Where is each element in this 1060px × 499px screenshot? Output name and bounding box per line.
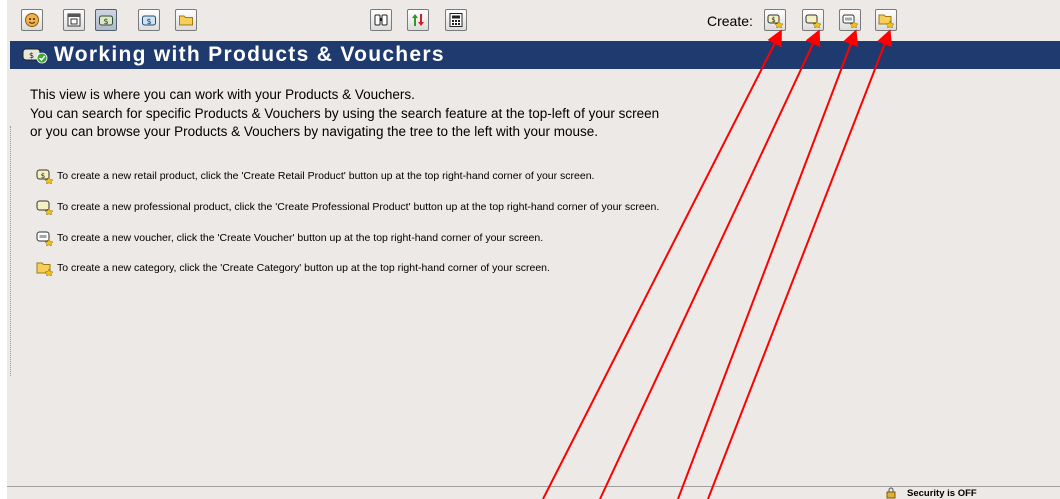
products-vouchers-icon: $ <box>22 48 48 64</box>
intro-line: You can search for specific Products & V… <box>30 105 660 121</box>
instruction-category: To create a new category, click the 'Cre… <box>36 260 550 276</box>
create-category-button[interactable] <box>875 9 897 31</box>
instruction-text: To create a new category, click the 'Cre… <box>57 262 550 274</box>
folder-icon <box>179 15 193 26</box>
folder-button[interactable] <box>175 9 197 31</box>
window-button[interactable] <box>63 9 85 31</box>
create-label: Create: <box>707 13 753 29</box>
calculator-button[interactable] <box>445 9 467 31</box>
svg-text:$: $ <box>29 51 34 60</box>
products-icon: $ <box>99 15 113 26</box>
svg-text:$: $ <box>41 172 45 180</box>
instruction-retail-product: $ To create a new retail product, click … <box>36 168 594 184</box>
create-professional-product-button[interactable] <box>802 9 824 31</box>
create-professional-product-icon <box>805 14 821 28</box>
create-voucher-icon <box>842 14 858 28</box>
voucher-icon <box>36 231 54 246</box>
instruction-text: To create a new professional product, cl… <box>57 201 660 213</box>
retail-product-icon: $ <box>36 169 54 184</box>
intro-line: This view is where you can work with you… <box>30 87 415 102</box>
svg-text:$: $ <box>103 17 108 26</box>
intro-text: This view is where you can work with you… <box>30 86 659 142</box>
create-retail-product-button[interactable]: $ <box>764 9 786 31</box>
binoculars-icon <box>374 14 388 26</box>
tree-splitter[interactable] <box>10 126 11 376</box>
svg-text:$: $ <box>146 17 151 26</box>
create-retail-product-icon: $ <box>767 14 783 28</box>
products-button[interactable]: $ <box>95 9 117 31</box>
lock-icon <box>886 487 896 499</box>
calculator-icon <box>449 13 463 27</box>
window-icon <box>67 13 81 27</box>
create-category-icon <box>878 14 894 28</box>
page-title: Working with Products & Vouchers <box>54 43 445 66</box>
category-icon <box>36 262 54 276</box>
security-status-text: Security is OFF <box>907 487 977 499</box>
professional-product-icon <box>36 200 54 215</box>
instruction-voucher: To create a new voucher, click the 'Crea… <box>36 230 543 246</box>
instruction-text: To create a new voucher, click the 'Crea… <box>57 232 544 244</box>
vouchers-icon: $ <box>142 15 156 26</box>
face-icon <box>25 13 39 27</box>
security-status: Security is OFF <box>881 487 1060 499</box>
instruction-text: To create a new retail product, click th… <box>57 170 595 182</box>
intro-line: or you can browse your Products & Vouche… <box>30 124 599 139</box>
svg-text:$: $ <box>771 16 775 24</box>
sort-button[interactable] <box>407 9 429 31</box>
vouchers-button[interactable]: $ <box>138 9 160 31</box>
sort-arrows-icon <box>412 14 424 26</box>
app-window <box>7 0 1060 499</box>
page-title-bar: $ Working with Products & Vouchers <box>10 41 1060 69</box>
create-voucher-button[interactable] <box>839 9 861 31</box>
instruction-professional-product: To create a new professional product, cl… <box>36 199 659 215</box>
face-button[interactable] <box>21 9 43 31</box>
search-button[interactable] <box>370 9 392 31</box>
